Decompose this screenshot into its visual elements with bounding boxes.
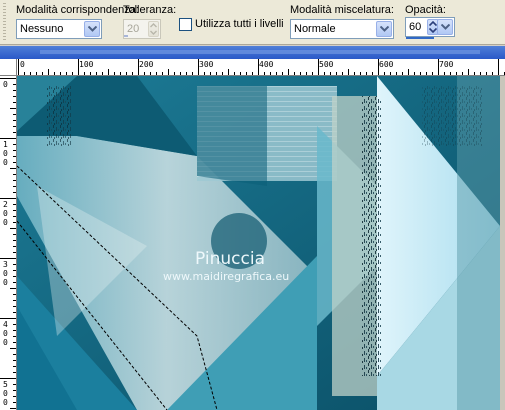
image-canvas[interactable]: Pinuccia www.maidiregrafica.eu — [17, 76, 500, 410]
match-mode-value: Nessuno — [20, 23, 64, 35]
all-layers-checkbox[interactable] — [179, 18, 192, 31]
opacity-value: 60 — [409, 21, 422, 33]
opacity-label: Opacità: — [405, 4, 446, 16]
tolerance-slider-fill[interactable] — [124, 35, 128, 37]
ruler-label: 0 — [3, 218, 8, 227]
ruler-label: 600 — [379, 60, 394, 69]
ruler-label: 0 — [3, 389, 8, 398]
horizontal-ruler[interactable]: 0 100 200 300 400 500 600 700 — [17, 59, 505, 76]
ruler-label: 0 — [3, 329, 8, 338]
chevron-down-icon[interactable] — [376, 21, 392, 37]
vertical-ruler[interactable]: 0100200300400500 — [0, 76, 17, 410]
tolerance-spinner[interactable]: 20 — [123, 19, 161, 39]
ruler-label: 100 — [79, 60, 94, 69]
opacity-spinner[interactable]: 60 — [405, 17, 455, 37]
watermark-name: Pinuccia — [195, 249, 265, 269]
blend-mode-select[interactable]: Normale — [290, 19, 394, 39]
all-layers-label: Utilizza tutti i livelli — [195, 18, 284, 30]
ruler-label: 3 — [3, 260, 8, 269]
document-title-bar[interactable] — [0, 46, 505, 59]
toolbar-grip[interactable] — [3, 3, 6, 41]
ruler-label: 4 — [3, 320, 8, 329]
ruler-label: 0 — [3, 269, 8, 278]
image-document-window: 0 100 200 300 400 500 600 700 0100200300… — [0, 46, 505, 410]
tolerance-value: 20 — [127, 23, 140, 35]
match-mode-select[interactable]: Nessuno — [16, 19, 102, 39]
ruler-label: 300 — [199, 60, 214, 69]
ruler-label: 200 — [139, 60, 154, 69]
ruler-label: 0 — [3, 278, 8, 287]
ruler-label: 700 — [439, 60, 454, 69]
chevron-down-icon[interactable] — [437, 19, 453, 35]
ruler-corner — [0, 59, 17, 76]
blend-mode-label: Modalità miscelatura: — [290, 4, 394, 16]
watermark-site: www.maidiregrafica.eu — [163, 270, 289, 283]
match-mode-label: Modalità corrispondenza: — [16, 4, 139, 16]
ruler-label: 0 — [3, 80, 8, 89]
ruler-label: 0 — [3, 149, 8, 158]
ruler-label: 0 — [3, 158, 8, 167]
opacity-slider-fill[interactable] — [406, 37, 434, 39]
blend-mode-value: Normale — [294, 23, 336, 35]
ruler-label: 2 — [3, 200, 8, 209]
tool-options-bar: Modalità corrispondenza: Nessuno Tollera… — [0, 0, 505, 46]
ruler-label: 0 — [3, 338, 8, 347]
ruler-label: 500 — [319, 60, 334, 69]
ruler-label: 5 — [3, 380, 8, 389]
tolerance-label: Tolleranza: — [123, 4, 177, 16]
ruler-label: 400 — [259, 60, 274, 69]
vertical-scrollbar[interactable] — [500, 76, 505, 410]
spin-up-down-icon[interactable] — [148, 21, 159, 37]
ruler-label: 0 — [3, 209, 8, 218]
chevron-down-icon[interactable] — [84, 21, 100, 37]
ruler-label: 1 — [3, 140, 8, 149]
ruler-label: 0 — [20, 60, 25, 69]
ruler-label: 0 — [3, 398, 8, 407]
